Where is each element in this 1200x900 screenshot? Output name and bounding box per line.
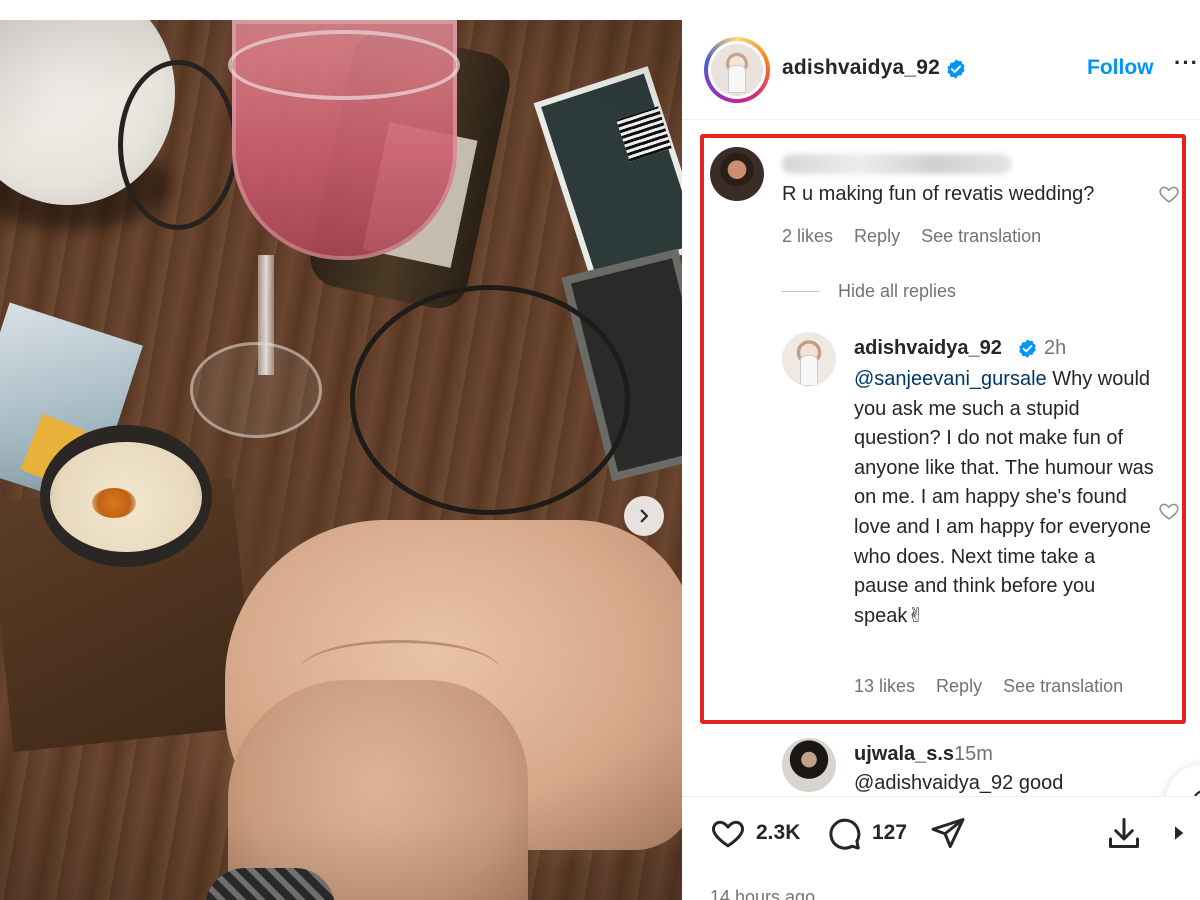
download-icon [1109,818,1139,848]
verified-badge-icon [947,59,965,79]
comment-button[interactable]: 127 [826,815,907,851]
post-photo [0,20,682,900]
reply-author-avatar[interactable] [782,332,836,386]
author-avatar[interactable] [704,37,770,103]
verified-badge-icon [1019,339,1036,358]
commenter-avatar[interactable] [710,147,764,201]
comment-time: 15m [954,743,993,765]
more-options-button[interactable]: ··· [1174,50,1199,76]
like-button[interactable]: 2.3K [710,815,800,851]
reply-text: Why would you ask me such a stupid quest… [854,368,1154,627]
post-header: adishvaidya_92 Follow ··· [682,20,1200,120]
reply-likes[interactable]: 13 likes [854,676,915,696]
top-strip [682,0,1200,20]
see-translation-button[interactable]: See translation [921,226,1041,246]
more-button[interactable] [1170,815,1190,851]
comment-meta: 2 likes Reply See translation [782,226,1057,247]
comment-text: R u making fun of revatis wedding? [782,183,1095,205]
comment-icon [829,818,861,850]
reply-meta: 13 likes Reply See translation [854,676,1139,697]
comments-panel: adishvaidya_92 Follow ··· R u making fun… [682,20,1200,900]
comment-text: @adishvaidya_92 good [854,772,1064,794]
reply-button[interactable]: Reply [854,226,900,246]
chevron-right-icon [1175,826,1184,840]
heart-icon [712,820,744,848]
action-bar: 2.3K 127 14 hours ago [682,796,1200,900]
share-icon [931,818,965,848]
reply-text-block: @sanjeevani_gursale Why would you ask me… [854,365,1154,631]
heart-icon[interactable] [1158,183,1180,205]
follow-button[interactable]: Follow [1087,56,1154,80]
comment-username[interactable]: ujwala_s.s [854,743,954,766]
hide-replies-button[interactable]: Hide all replies [782,281,956,302]
see-translation-button[interactable]: See translation [1003,676,1123,696]
reply-time: 2h [1044,337,1067,359]
divider-line [782,291,820,292]
hide-replies-label: Hide all replies [838,281,957,301]
heart-icon[interactable] [1158,500,1180,522]
blurred-username [782,154,1012,174]
avatar-image [711,44,763,96]
comment-count: 127 [872,821,908,844]
share-button[interactable] [930,815,966,851]
next-photo-button[interactable] [624,496,664,536]
post-timestamp: 14 hours ago [710,887,816,900]
download-button[interactable] [1106,815,1142,851]
commenter-avatar[interactable] [782,738,836,792]
comment-likes[interactable]: 2 likes [782,226,833,246]
reply-username[interactable]: adishvaidya_92 [854,337,1002,360]
chevron-right-icon [640,509,649,523]
author-username[interactable]: adishvaidya_92 [782,56,940,80]
vignette [0,20,682,900]
mention-link[interactable]: @sanjeevani_gursale [854,368,1047,390]
reply-button[interactable]: Reply [936,676,982,696]
like-count: 2.3K [756,821,801,844]
